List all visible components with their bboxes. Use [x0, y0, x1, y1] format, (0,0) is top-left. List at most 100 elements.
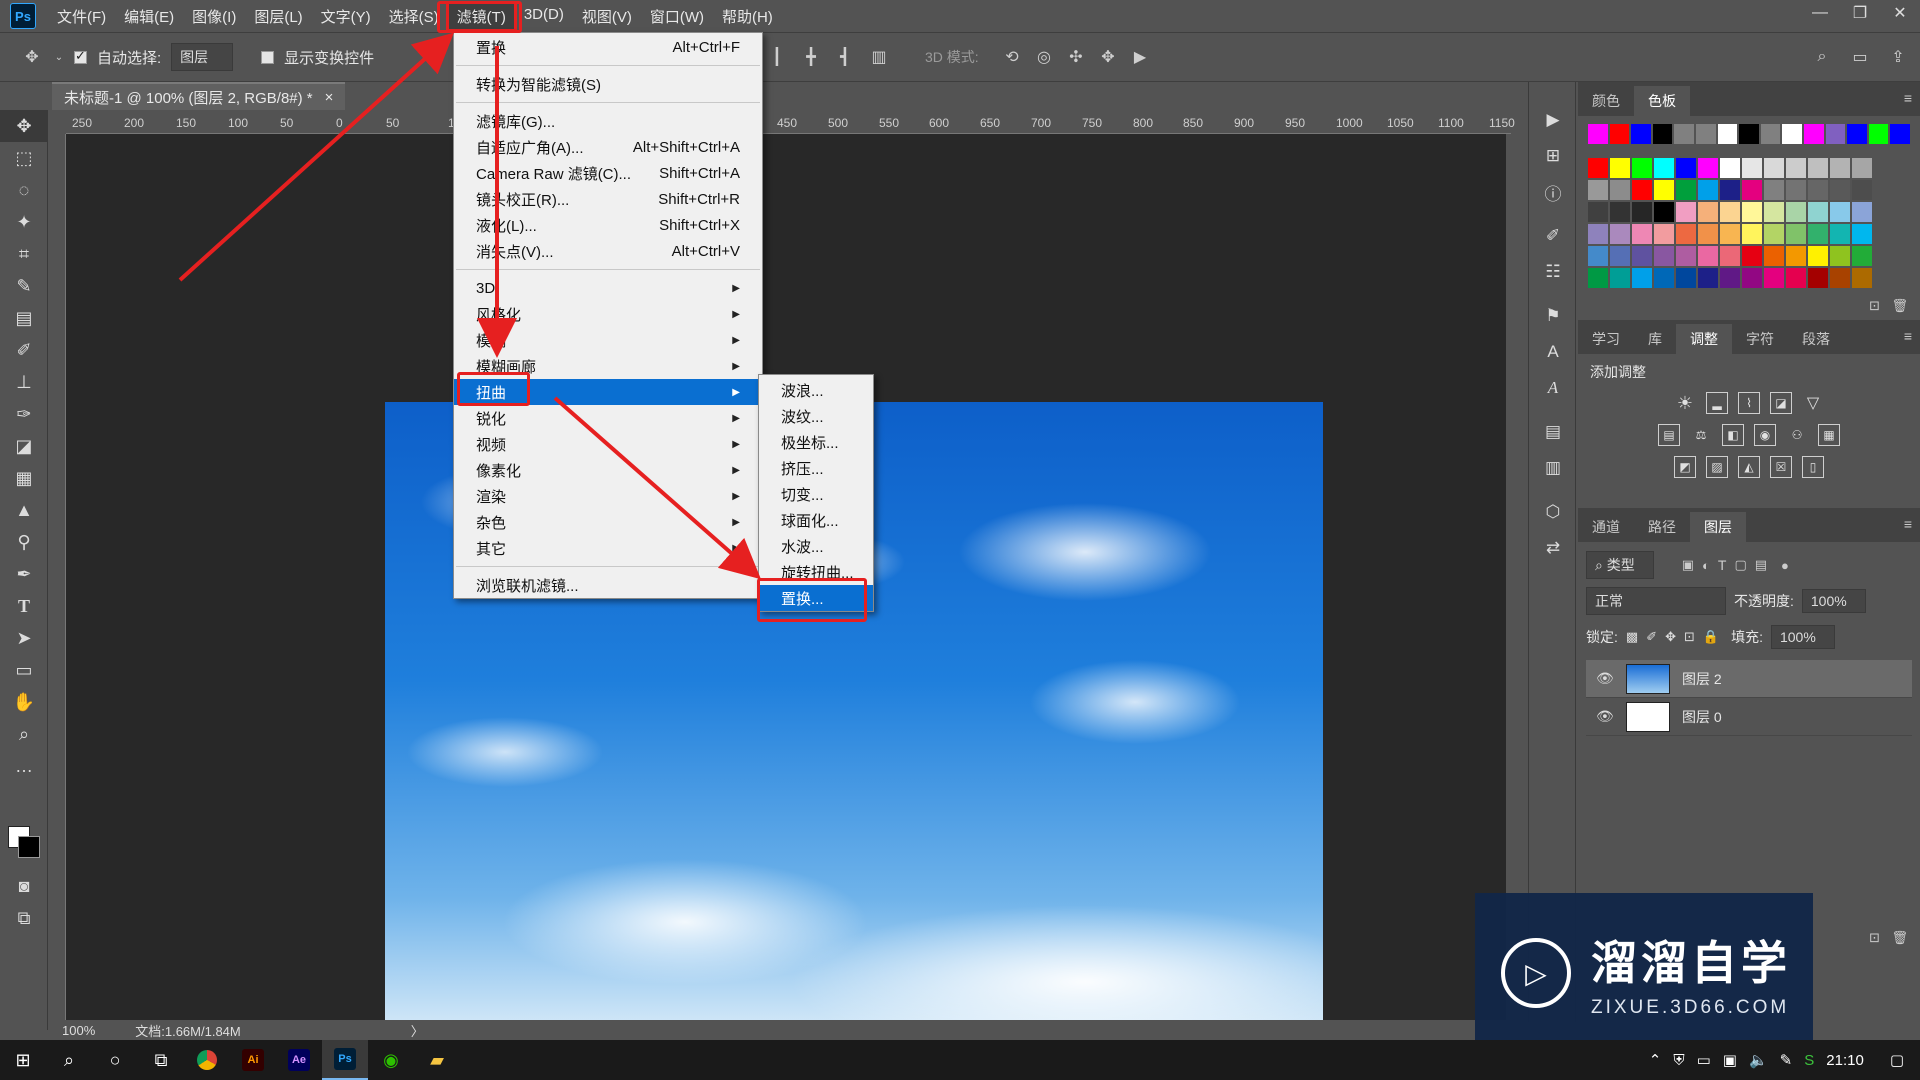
start-icon[interactable]: ⊞	[0, 1040, 46, 1080]
color-swatch[interactable]	[1610, 158, 1630, 178]
filter-menu-item[interactable]: Camera Raw 滤镜(C)... Shift+Ctrl+A	[454, 160, 762, 186]
curves-icon[interactable]: ⌇	[1738, 392, 1760, 414]
color-swatch[interactable]	[1808, 246, 1828, 266]
move-tool-icon[interactable]: ✥	[20, 45, 44, 69]
menu-item-0[interactable]: 文件(F)	[48, 3, 115, 30]
color-swatch[interactable]	[1808, 202, 1828, 222]
color-swatch[interactable]	[1852, 268, 1872, 288]
3d-roll-icon[interactable]: ◎	[1032, 45, 1056, 69]
channel-mixer-icon[interactable]: ⚇	[1786, 424, 1808, 446]
task-view-icon[interactable]: ⧉	[138, 1040, 184, 1080]
color-swatch[interactable]	[1830, 246, 1850, 266]
lock-artboard-icon[interactable]: ⊡	[1684, 629, 1695, 645]
menu-item-10[interactable]: 帮助(H)	[713, 3, 782, 30]
eye-icon[interactable]: 👁	[1596, 670, 1614, 687]
menu-item-1[interactable]: 编辑(E)	[115, 3, 183, 30]
lock-position-icon[interactable]: ✥	[1665, 629, 1676, 645]
file-explorer-icon[interactable]: ▰	[414, 1040, 460, 1080]
filter-menu-item[interactable]: 置换 Alt+Ctrl+F	[454, 34, 762, 60]
history-icon[interactable]: ⊞	[1529, 138, 1577, 174]
filter-menu-item[interactable]: 扭曲 ▶	[454, 379, 762, 405]
notification-icon[interactable]: ▢	[1890, 1051, 1904, 1069]
3d-camera-icon[interactable]: ▶	[1128, 45, 1152, 69]
lock-pixels-icon[interactable]: ✐	[1646, 629, 1657, 645]
color-swatch[interactable]	[1632, 268, 1652, 288]
color-swatch[interactable]	[1610, 180, 1630, 200]
recent-swatch[interactable]	[1674, 124, 1694, 144]
show-transform-checkbox[interactable]	[261, 50, 275, 64]
color-swatch[interactable]	[1588, 224, 1608, 244]
filter-menu-item[interactable]: 滤镜库(G)...	[454, 108, 762, 134]
vibrance-icon[interactable]: ▽	[1802, 392, 1824, 414]
color-swatch[interactable]	[1676, 224, 1696, 244]
auto-select-checkbox[interactable]	[74, 48, 87, 64]
color-swatch[interactable]	[1676, 246, 1696, 266]
distort-menu-item[interactable]: 置换...	[759, 585, 873, 611]
recent-swatch[interactable]	[1588, 124, 1608, 144]
tab-learn[interactable]: 学习	[1578, 324, 1634, 354]
color-swatch[interactable]	[1830, 180, 1850, 200]
color-swatch[interactable]	[1852, 224, 1872, 244]
color-swatch[interactable]	[1698, 202, 1718, 222]
color-swatch[interactable]	[1676, 180, 1696, 200]
paragraph-icon[interactable]: ▤	[1529, 414, 1577, 450]
black-white-icon[interactable]: ◧	[1722, 424, 1744, 446]
minimize-button[interactable]: —	[1800, 0, 1840, 26]
gradient-map-icon[interactable]: ▯	[1802, 456, 1824, 478]
filter-menu-item[interactable]: 风格化 ▶	[454, 301, 762, 327]
recent-swatch[interactable]	[1631, 124, 1651, 144]
invert-icon[interactable]: ◩	[1674, 456, 1696, 478]
levels-icon[interactable]: ▂	[1706, 392, 1728, 414]
hand-tool-icon[interactable]: ✋	[0, 686, 48, 718]
color-lookup-icon[interactable]: ▦	[1818, 424, 1840, 446]
menu-item-2[interactable]: 图像(I)	[183, 3, 245, 30]
tab-layers[interactable]: 图层	[1690, 512, 1746, 542]
color-swatch[interactable]	[1720, 268, 1740, 288]
threshold-icon[interactable]: ◭	[1738, 456, 1760, 478]
auto-select-target-dropdown[interactable]: 图层	[171, 43, 234, 71]
security-icon[interactable]: ⛨	[1673, 1052, 1684, 1069]
color-swatch[interactable]	[1632, 246, 1652, 266]
notes-icon[interactable]: ▥	[1529, 450, 1577, 486]
pen-icon[interactable]: ✎	[1780, 1051, 1793, 1069]
menu-item-5[interactable]: 选择(S)	[380, 3, 448, 30]
search-icon[interactable]: ⌕	[46, 1040, 92, 1080]
blur-tool-icon[interactable]: ▲	[0, 494, 48, 526]
screen-mode-icon[interactable]: ⧉	[0, 902, 48, 934]
eyedropper-icon[interactable]: ✎	[0, 270, 48, 302]
color-swatch[interactable]	[1698, 158, 1718, 178]
close-tab-icon[interactable]: ×	[325, 89, 334, 106]
color-swatch[interactable]	[1720, 202, 1740, 222]
zoom-level[interactable]: 100%	[62, 1023, 95, 1038]
recent-swatch[interactable]	[1652, 124, 1673, 144]
opacity-input[interactable]: 100%	[1801, 589, 1866, 613]
filter-menu-item[interactable]: 渲染 ▶	[454, 483, 762, 509]
filter-menu-item[interactable]: 3D ▶	[454, 275, 762, 301]
share-icon[interactable]: ⇪	[1886, 45, 1910, 69]
menu-item-3[interactable]: 图层(L)	[245, 3, 311, 30]
color-swatch[interactable]	[1676, 158, 1696, 178]
hue-saturation-icon[interactable]: ▤	[1658, 424, 1680, 446]
color-swatch[interactable]	[1632, 180, 1652, 200]
filter-menu-item[interactable]: 杂色 ▶	[454, 509, 762, 535]
distribute-icon[interactable]: ▥	[867, 45, 891, 69]
filter-shape-icon[interactable]: ▢	[1734, 557, 1746, 573]
filter-menu-item[interactable]: 模糊画廊 ▶	[454, 353, 762, 379]
search-icon[interactable]: ⌕	[1810, 45, 1834, 69]
lock-transparent-icon[interactable]: ▩	[1626, 629, 1638, 645]
align-bottom-icon[interactable]: ┫	[833, 45, 857, 69]
color-swatch[interactable]	[1588, 158, 1608, 178]
photo-filter-icon[interactable]: ◉	[1754, 424, 1776, 446]
color-swatch[interactable]	[1786, 268, 1806, 288]
color-swatch[interactable]	[1764, 268, 1784, 288]
lasso-tool-icon[interactable]: ◌	[0, 174, 48, 206]
gradient-tool-icon[interactable]: ▦	[0, 462, 48, 494]
app-360-icon[interactable]: S	[1804, 1052, 1814, 1069]
recent-swatch[interactable]	[1695, 124, 1716, 144]
history-brush-icon[interactable]: ✑	[0, 398, 48, 430]
type-tool-icon[interactable]: T	[0, 590, 48, 622]
color-swatch[interactable]	[1632, 202, 1652, 222]
recent-swatch[interactable]	[1609, 124, 1630, 144]
brightness-icon[interactable]: ☀	[1674, 392, 1696, 414]
eye-icon[interactable]: 👁	[1596, 708, 1614, 725]
